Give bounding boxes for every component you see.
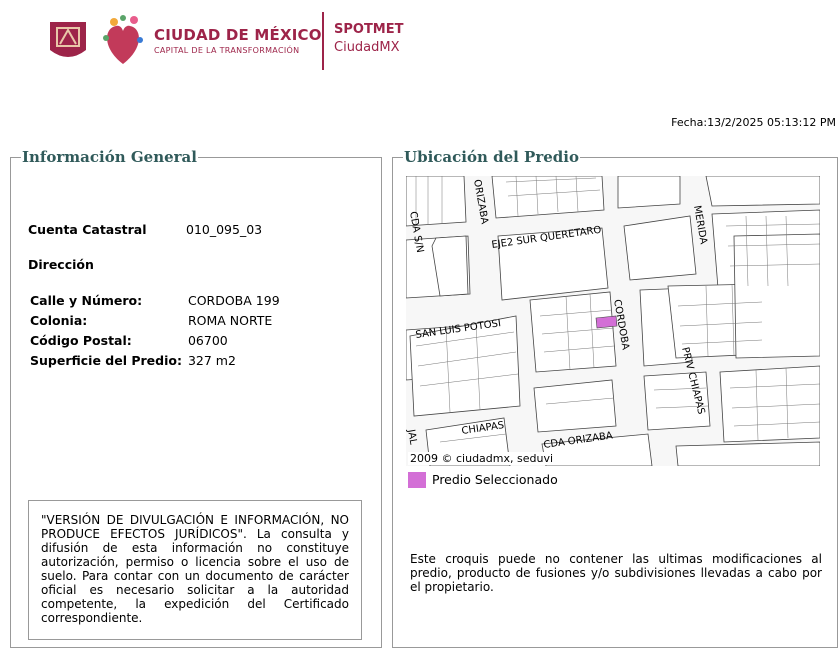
cdmx-heart-logo [103, 15, 143, 64]
map-disclaimer: Este croquis puede no contener las ultim… [410, 552, 822, 594]
address-row: Calle y Número: CORDOBA 199 [30, 293, 280, 308]
direccion-label: Dirección [28, 257, 94, 272]
selected-parcel-swatch [408, 472, 426, 488]
selected-parcel-legend: Predio Seleccionado [432, 472, 558, 487]
disclaimer-box: "VERSIÓN DE DIVULGACIÓN E INFORMACIÓN, N… [28, 500, 362, 640]
selected-parcel[interactable] [595, 315, 618, 329]
address-row: Colonia: ROMA NORTE [30, 313, 273, 328]
address-table: Calle y Número: CORDOBA 199 Colonia: ROMA … [28, 292, 282, 372]
address-row: Código Postal: 06700 [30, 333, 228, 348]
location-legend: Ubicación del Predio [404, 148, 579, 166]
map-credit: 2009 © ciudadmx, seduvi [408, 452, 556, 465]
parcel-map[interactable]: ORIZABA CDA S/N EJE2 SUR QUERETARO MERID… [406, 176, 820, 466]
cuenta-label: Cuenta Catastral [28, 222, 147, 237]
app-title: SPOTMET [334, 22, 404, 37]
general-info-legend: Información General [22, 148, 197, 166]
city-title: CIUDAD DE MÉXICO [154, 26, 322, 44]
cuenta-value: 010_095_03 [186, 222, 263, 237]
header-logos: CIUDAD DE MÉXICO CAPITAL DE LA TRANSFORM… [0, 0, 840, 80]
street-label: JAL [406, 428, 419, 446]
header-divider [322, 12, 324, 70]
timestamp: Fecha:13/2/2025 05:13:12 PM [671, 116, 836, 129]
map-svg: ORIZABA CDA S/N EJE2 SUR QUERETARO MERID… [406, 176, 820, 466]
address-row: Superficie del Predio: 327 m2 [30, 353, 236, 368]
city-subtitle: CAPITAL DE LA TRANSFORMACIÓN [154, 46, 300, 55]
app-subtitle: CiudadMX [334, 40, 400, 55]
cdmx-shield-logo [50, 22, 86, 57]
